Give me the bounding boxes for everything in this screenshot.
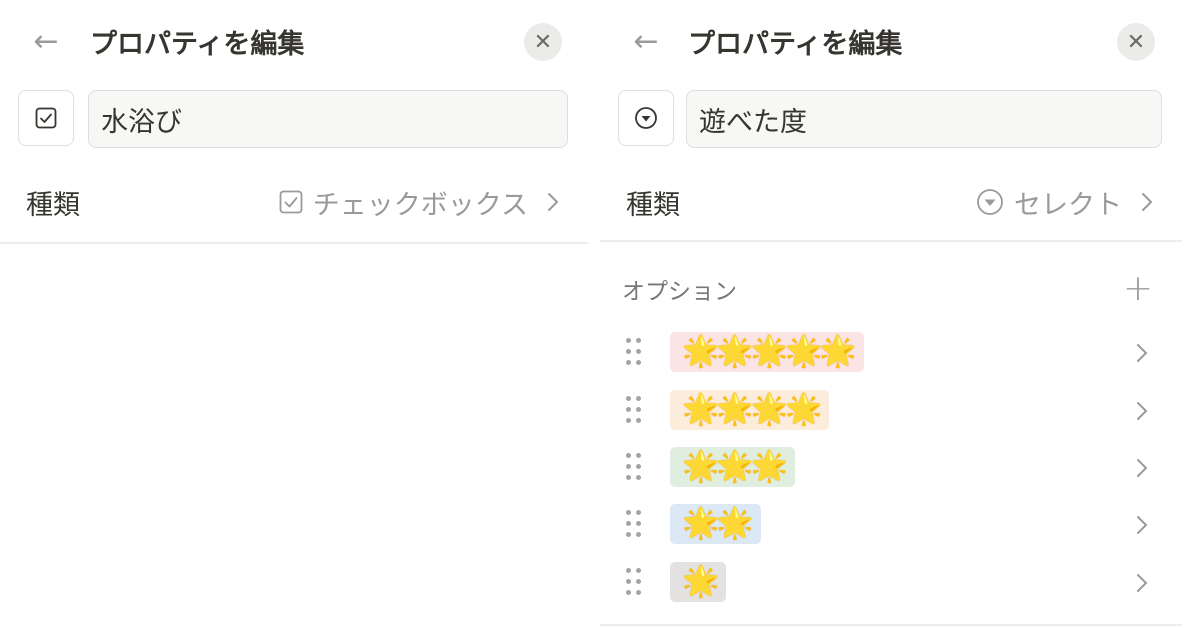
arrow-left-icon[interactable]: ← (626, 24, 666, 60)
chevron-right-icon (548, 193, 558, 211)
close-button[interactable]: ✕ (524, 23, 562, 61)
property-type-row[interactable]: 種類 チェックボックス (26, 178, 560, 226)
panel-title: プロパティを編集 (90, 29, 305, 60)
option-row[interactable]: 🌟🌟🌟🌟 (620, 388, 1160, 434)
type-value: セレクト (976, 183, 1154, 222)
drag-handle-icon[interactable] (626, 338, 642, 368)
option-tag: 🌟🌟🌟 (670, 447, 796, 487)
drag-handle-icon[interactable] (626, 396, 642, 426)
close-button[interactable]: ✕ (1117, 23, 1155, 61)
option-row[interactable]: 🌟🌟 (620, 502, 1160, 548)
checkbox-icon (279, 190, 303, 214)
add-option-button[interactable]: + (1120, 267, 1156, 309)
option-label: 🌟 (682, 564, 719, 599)
chevron-right-icon (1142, 193, 1152, 211)
chevron-right-icon (1137, 574, 1147, 592)
option-tag: 🌟 (670, 562, 727, 602)
option-label: 🌟🌟🌟 (682, 449, 788, 484)
select-icon (977, 189, 1003, 215)
divider (600, 240, 1182, 242)
option-label: 🌟🌟🌟🌟🌟 (682, 334, 857, 369)
option-row[interactable]: 🌟 (620, 560, 1160, 606)
close-icon: ✕ (1126, 29, 1146, 55)
property-name-input[interactable] (88, 90, 568, 148)
property-icon-button[interactable] (18, 90, 74, 146)
chevron-right-icon (1137, 344, 1147, 362)
property-type-row[interactable]: 種類 セレクト (626, 178, 1154, 226)
option-tag: 🌟🌟🌟🌟🌟 (670, 332, 864, 372)
drag-handle-icon[interactable] (626, 568, 642, 598)
drag-handle-icon[interactable] (626, 453, 642, 483)
drag-handle-icon[interactable] (626, 510, 642, 540)
divider (600, 624, 1182, 626)
chevron-right-icon (1137, 516, 1147, 534)
chevron-right-icon (1137, 402, 1147, 420)
select-icon (635, 107, 657, 129)
type-value-label: セレクト (1014, 189, 1122, 221)
options-label: オプション (622, 279, 737, 305)
option-tag: 🌟🌟 (670, 504, 761, 544)
type-label: 種類 (26, 189, 80, 221)
type-value-label: チェックボックス (312, 189, 528, 221)
divider (0, 242, 588, 244)
edit-property-panel-checkbox: ← プロパティを編集 ✕ 種類 チェックボックス (0, 0, 588, 628)
option-label: 🌟🌟 (682, 506, 754, 541)
option-tag: 🌟🌟🌟🌟 (670, 390, 830, 430)
checkbox-icon (35, 107, 57, 129)
property-name-input[interactable] (686, 90, 1162, 148)
edit-property-panel-select: ← プロパティを編集 ✕ 種類 セレクト オプション + 🌟🌟🌟🌟🌟🌟🌟🌟🌟🌟🌟… (600, 0, 1182, 628)
option-row[interactable]: 🌟🌟🌟 (620, 445, 1160, 491)
panel-title: プロパティを編集 (688, 29, 903, 60)
type-value: チェックボックス (279, 183, 560, 222)
option-row[interactable]: 🌟🌟🌟🌟🌟 (620, 330, 1160, 376)
arrow-left-icon[interactable]: ← (26, 24, 66, 60)
chevron-right-icon (1137, 459, 1147, 477)
type-label: 種類 (626, 189, 680, 221)
close-icon: ✕ (533, 29, 553, 55)
option-label: 🌟🌟🌟🌟 (682, 392, 822, 427)
plus-icon: + (1122, 267, 1154, 309)
property-icon-button[interactable] (618, 90, 674, 146)
